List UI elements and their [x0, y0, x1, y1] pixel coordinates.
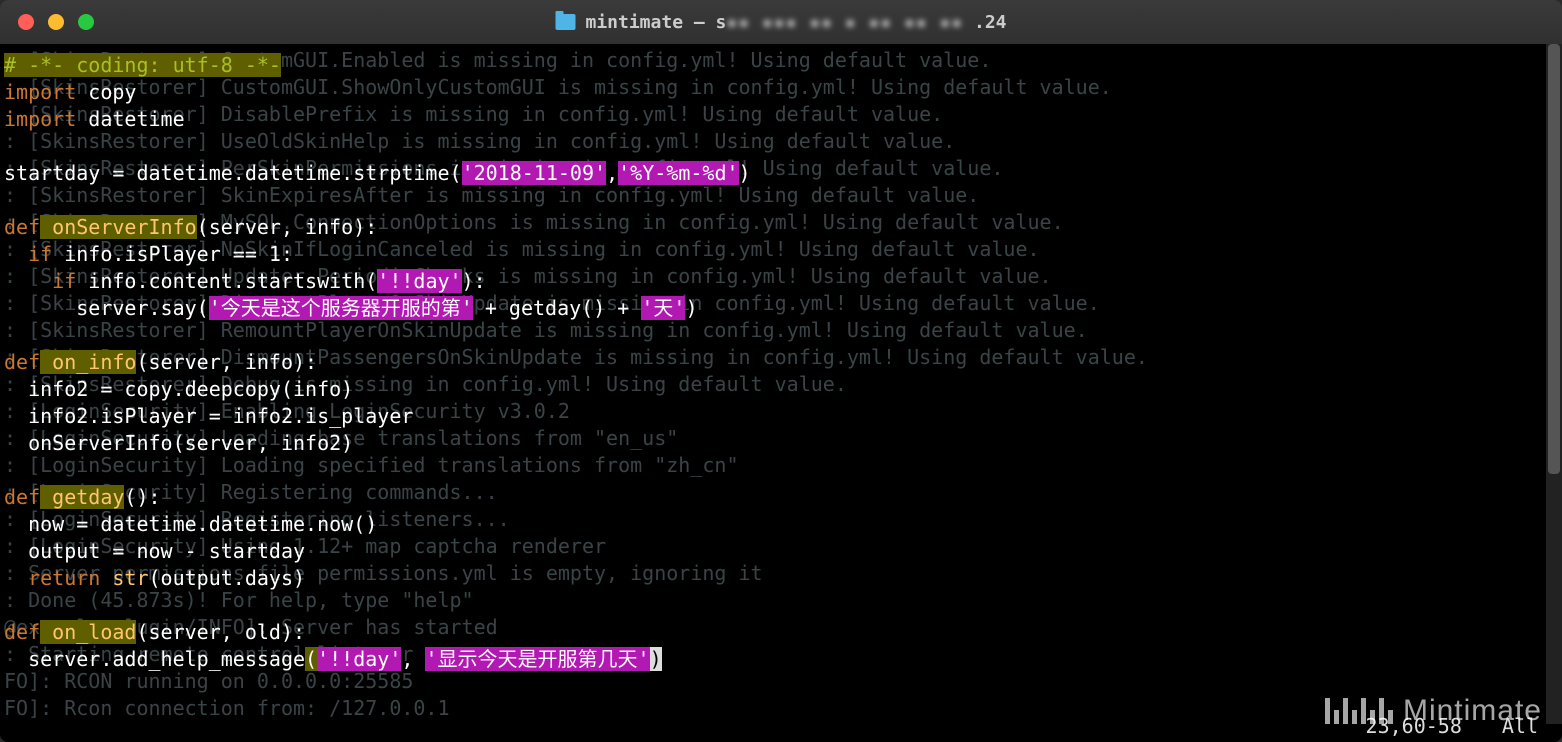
- title-prefix: mintimate — s: [586, 12, 727, 33]
- cursor: ): [650, 647, 662, 671]
- title-blurred: ▪▪ ▪▪▪ ▪▪ ▪ ▪▪ ▪▪ ▪▪: [726, 12, 963, 33]
- window-title: mintimate — s▪▪ ▪▪▪ ▪▪ ▪ ▪▪ ▪▪ ▪▪ .24: [556, 12, 1007, 33]
- bilibili-icon: [1325, 698, 1393, 724]
- maximize-button[interactable]: [78, 14, 94, 30]
- code-comment: # -*- coding: utf-8 -*-: [4, 53, 281, 77]
- terminal-window: mintimate — s▪▪ ▪▪▪ ▪▪ ▪ ▪▪ ▪▪ ▪▪ .24 : …: [0, 0, 1562, 742]
- titlebar: mintimate — s▪▪ ▪▪▪ ▪▪ ▪ ▪▪ ▪▪ ▪▪ .24: [0, 0, 1562, 44]
- terminal-body[interactable]: : [SkinsRestorer] CustomGUI.Enabled is m…: [0, 44, 1562, 742]
- watermark: Mintimate: [1325, 694, 1542, 728]
- close-button[interactable]: [18, 14, 34, 30]
- title-suffix: .24: [963, 12, 1006, 33]
- folder-icon: [556, 14, 576, 30]
- traffic-lights: [18, 14, 94, 30]
- watermark-text: Mintimate: [1403, 694, 1542, 728]
- minimize-button[interactable]: [48, 14, 64, 30]
- code-content: # -*- coding: utf-8 -*- import copy impo…: [4, 52, 1558, 673]
